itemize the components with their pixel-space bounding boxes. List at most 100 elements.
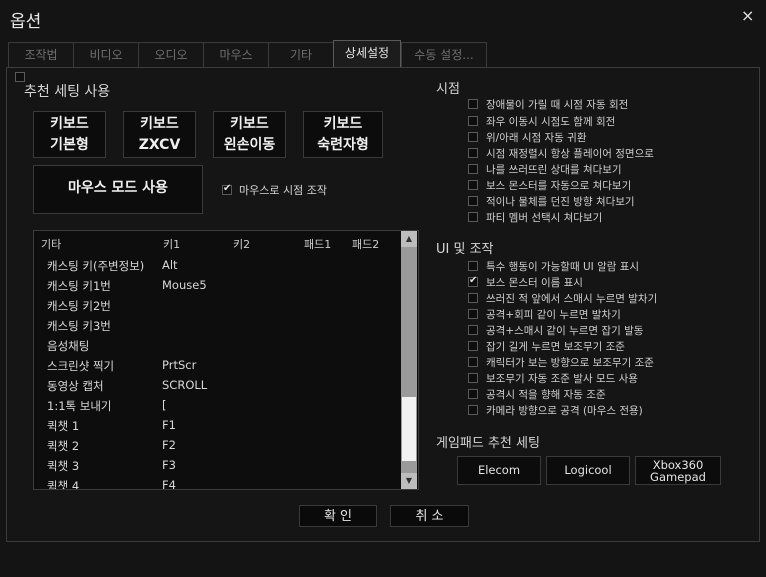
gamepad-logicool-button[interactable]: Logicool [546,456,630,485]
preset-keyboard-expert-button[interactable]: 키보드 숙련자형 [303,111,383,158]
checkbox[interactable] [468,164,478,174]
column-header-key2[interactable]: 키2 [233,236,250,252]
scrollbar-thumb[interactable] [402,397,416,461]
key1-value[interactable]: [ [162,398,167,412]
key1-value[interactable]: Alt [162,258,178,272]
action-name: 음성채팅 [47,339,90,353]
key1-value[interactable]: F3 [162,458,176,472]
mouse-view-checkbox[interactable] [222,183,232,195]
checkbox[interactable] [468,389,478,399]
preset-line2: ZXCV [138,137,181,153]
tab-controls[interactable]: 조작법 [8,42,74,67]
keybinding-row[interactable]: 캐스팅 키3번 [34,315,399,335]
preset-line1: 키보드 [140,116,179,132]
checkbox[interactable] [468,212,478,222]
option-label: 좌우 이동시 시점도 함께 회전 [486,116,616,128]
option-label: 특수 행동이 가능할때 UI 알람 표시 [486,261,640,273]
preset-line2: 기본형 [50,137,89,153]
checkbox[interactable] [468,357,478,367]
tab-audio[interactable]: 오디오 [138,42,204,67]
scroll-up-arrow-icon[interactable]: ▲ [401,231,417,247]
option-label: 카메라 방향으로 공격 (마우스 전용) [486,405,643,417]
checkbox[interactable] [468,180,478,190]
keybinding-row[interactable]: 음성채팅 [34,335,399,355]
view-section-title: 시점 [436,82,460,97]
tab-video[interactable]: 비디오 [73,42,139,67]
key1-value[interactable]: F4 [162,478,176,489]
option-label: 시점 재정렬시 항상 플레이어 정면으로 [486,148,654,160]
scroll-down-arrow-icon[interactable]: ▼ [401,473,417,489]
key1-value[interactable]: PrtScr [162,358,196,372]
checkbox[interactable] [468,325,478,335]
cancel-button[interactable]: 취 소 [390,505,469,527]
option-label: 보스 몬스터 이름 표시 [486,277,583,289]
key1-value[interactable]: F2 [162,438,176,452]
action-name: 퀵챗 1 [47,419,80,433]
preset-line1: 키보드 [50,116,89,132]
action-name: 퀵챗 3 [47,459,80,473]
checkbox[interactable] [468,148,478,158]
option-label: 쓰러진 적 앞에서 스매시 누르면 발차기 [486,293,658,305]
option-label: 장애물이 가릴 때 시점 자동 회전 [486,99,629,111]
checkbox[interactable] [468,132,478,142]
keybinding-row[interactable]: 동영상 캡처 SCROLL [34,375,399,395]
action-name: 캐스팅 키2번 [47,299,111,313]
checkbox[interactable] [468,261,478,271]
keybinding-row[interactable]: 캐스팅 키2번 [34,295,399,315]
column-header-pad1[interactable]: 패드1 [304,236,331,252]
preset-keyboard-basic-button[interactable]: 키보드 기본형 [33,111,106,158]
tab-etc[interactable]: 기타 [268,42,334,67]
checkbox[interactable] [468,275,478,287]
keybinding-row[interactable]: 캐스팅 키(주변정보) Alt [34,255,399,275]
action-name: 캐스팅 키(주변정보) [47,259,145,273]
keybinding-row[interactable]: 퀵챗 1 F1 [34,415,399,435]
option-label: 나를 쓰러뜨린 상대를 쳐다보기 [486,164,622,176]
keybinding-row[interactable]: 퀵챗 2 F2 [34,435,399,455]
checkbox[interactable] [468,293,478,303]
option-label: 적이나 물체를 던진 방향 쳐다보기 [486,196,635,208]
option-label: 공격+회피 같이 누르면 발차기 [486,309,621,321]
key1-value[interactable]: F1 [162,418,176,432]
preset-keyboard-lefthand-button[interactable]: 키보드 왼손이동 [213,111,286,158]
checkbox[interactable] [468,196,478,206]
keybinding-row[interactable]: 1:1톡 보내기 [ [34,395,399,415]
confirm-button[interactable]: 확 인 [299,505,377,527]
column-header-pad2[interactable]: 패드2 [352,236,379,252]
option-label: 공격시 적을 향해 자동 조준 [486,389,606,401]
close-icon[interactable]: × [741,6,754,25]
keybinding-list[interactable]: 기타 키1 키2 패드1 패드2 캐스팅 키(주변정보) Alt 캐스팅 키1번 M… [33,230,419,490]
list-scrollbar[interactable]: ▲ ▼ [401,231,417,489]
checkbox[interactable] [468,373,478,383]
checkbox[interactable] [468,116,478,126]
action-name: 스크린샷 찍기 [47,359,115,373]
checkbox[interactable] [468,341,478,351]
column-header-key1[interactable]: 키1 [163,236,180,252]
keybinding-row[interactable]: 캐스팅 키1번 Mouse5 [34,275,399,295]
tab-mouse[interactable]: 마우스 [203,42,269,67]
option-label: 위/아래 시점 자동 귀환 [486,132,587,144]
tab-advanced[interactable]: 상세설정 [333,40,401,68]
option-label: 공격+스매시 같이 누르면 잡기 발동 [486,325,644,337]
mouse-mode-button[interactable]: 마우스 모드 사용 [33,165,203,214]
preset-keyboard-zxcv-button[interactable]: 키보드 ZXCV [123,111,196,158]
gamepad-section-title: 게임패드 추천 세팅 [436,436,540,451]
keybinding-row[interactable]: 퀵챗 3 F3 [34,455,399,475]
key1-value[interactable]: Mouse5 [162,278,207,292]
keybinding-row[interactable]: 퀵챗 4 F4 [34,475,399,490]
gamepad-xbox360-button[interactable]: Xbox360 Gamepad [635,456,721,485]
checkbox[interactable] [468,309,478,319]
preset-line2: 왼손이동 [223,137,276,153]
action-name: 캐스팅 키3번 [47,319,111,333]
keybinding-row[interactable]: 스크린샷 찍기 PrtScr [34,355,399,375]
option-label: 보스 몬스터를 자동으로 쳐다보기 [486,180,632,192]
key1-value[interactable]: SCROLL [162,378,207,392]
action-name: 퀵챗 4 [47,479,80,490]
window-title: 옵션 [10,12,42,32]
checkbox[interactable] [468,405,478,415]
checkbox[interactable] [468,99,478,109]
gamepad-elecom-button[interactable]: Elecom [457,456,541,485]
column-header-name[interactable]: 기타 [41,236,61,252]
gamepad-button-line2: Gamepad [650,470,706,484]
tab-manual[interactable]: 수동 설정... [401,42,487,67]
option-label: 보조무기 자동 조준 발사 모드 사용 [486,373,638,385]
